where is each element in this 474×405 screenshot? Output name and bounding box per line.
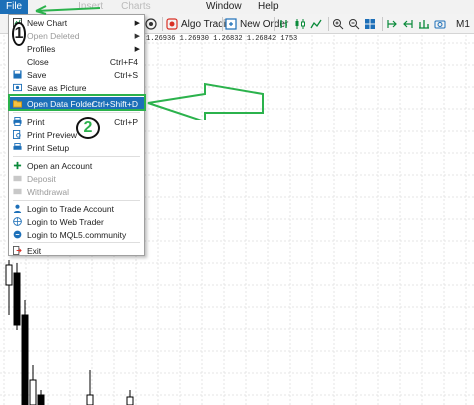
menu-label: Withdrawal (27, 186, 70, 197)
menu-label: Deposit (27, 173, 56, 184)
menu-label: Login to Web Trader (27, 216, 104, 227)
deposit-icon (13, 175, 22, 182)
menu-label: Print Setup (27, 142, 70, 153)
globe-icon (13, 217, 22, 226)
print-setup-icon (13, 143, 22, 150)
menu-print-setup[interactable]: Print Setup (9, 141, 144, 154)
right-arrow-annotation (147, 82, 264, 120)
menu-exit[interactable]: Exit (9, 244, 144, 257)
terminal-window: File Insert Charts Window Help Algo Trad… (0, 0, 474, 405)
step-1-marker: 1 (12, 22, 26, 46)
menu-deposit: Deposit (9, 172, 144, 185)
menu-label: Login to Trade Account (27, 203, 114, 214)
candle-body (21, 314, 29, 405)
menu-label: Print Preview (27, 129, 78, 140)
print-preview-icon (13, 130, 21, 139)
mql5-icon (13, 230, 22, 239)
menu-label: Login to MQL5.community (27, 229, 127, 240)
exit-icon (13, 246, 22, 255)
top-arrow-annotation (35, 5, 101, 15)
withdrawal-icon (13, 188, 22, 195)
candle-body (126, 396, 134, 405)
menu-label: Open an Account (27, 160, 93, 171)
candle-body (13, 272, 21, 326)
menu-label: Exit (27, 245, 42, 256)
candle-body (5, 264, 13, 286)
add-account-icon (13, 161, 22, 170)
menu-open-an-account[interactable]: Open an Account (9, 159, 144, 172)
annotation-arrows (35, 5, 264, 120)
menu-login-web-trader[interactable]: Login to Web Trader (9, 215, 144, 228)
menu-login-mql5[interactable]: Login to MQL5.community (9, 228, 144, 241)
candle-body (37, 394, 45, 405)
menu-login-trade-account[interactable]: Login to Trade Account (9, 202, 144, 215)
menu-withdrawal: Withdrawal (9, 185, 144, 198)
candle-body (29, 379, 37, 405)
step-2-marker: 2 (76, 117, 100, 139)
user-icon (13, 204, 22, 213)
candle-body (86, 394, 94, 405)
